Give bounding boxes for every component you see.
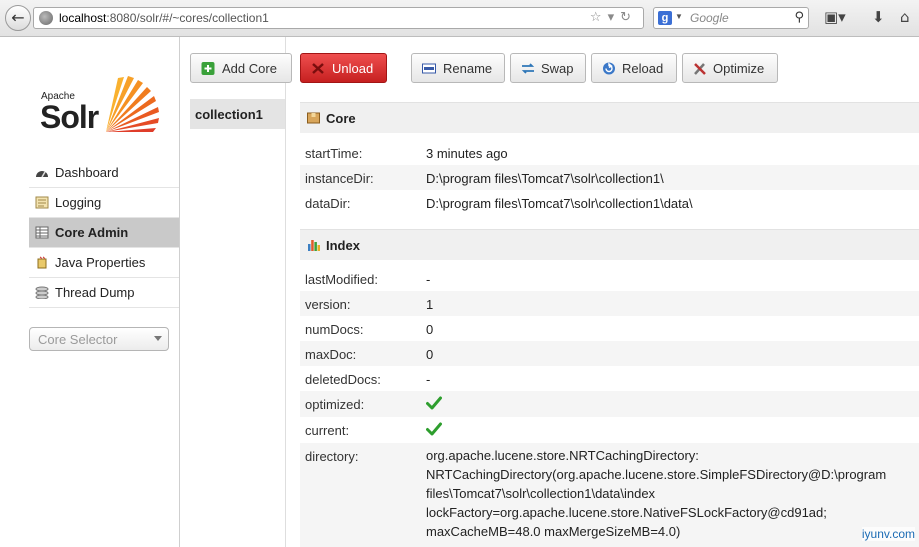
index-row-optimized: optimized: xyxy=(300,391,919,417)
core-box-icon xyxy=(307,112,320,124)
browser-toolbar: ← localhost:8080/solr/#/~cores/collectio… xyxy=(0,0,919,37)
core-section-header: Core xyxy=(300,102,919,133)
nav-dashboard[interactable]: Dashboard xyxy=(29,158,179,188)
plus-icon xyxy=(201,62,215,75)
bar-chart-icon xyxy=(308,240,320,251)
rename-button[interactable]: Rename xyxy=(411,53,505,83)
index-section-header: Index xyxy=(300,229,919,260)
sidebar: Apache Solr Dashboard Logging Core Admin… xyxy=(0,37,180,547)
core-item-collection1[interactable]: collection1 xyxy=(190,99,285,129)
url-text: localhost:8080/solr/#/~cores/collection1 xyxy=(59,11,269,25)
core-selector-dropdown[interactable]: Core Selector xyxy=(29,327,169,351)
remove-icon xyxy=(312,63,324,74)
search-icon[interactable]: ⚲ xyxy=(794,10,804,25)
index-row-directory: directory: org.apache.lucene.store.NRTCa… xyxy=(300,443,919,547)
google-icon: g xyxy=(658,11,672,25)
logo-solr-text: Solr xyxy=(40,99,99,135)
engine-dropdown-icon[interactable]: ▼ xyxy=(675,12,683,21)
index-row-numdocs: numDocs: 0 xyxy=(305,322,434,337)
swap-button[interactable]: Swap xyxy=(510,53,586,83)
java-properties-icon xyxy=(37,256,47,269)
core-row-instancedir: instanceDir: D:\program files\Tomcat7\so… xyxy=(300,165,919,190)
search-box[interactable]: g ▼ Google ⚲ xyxy=(653,7,809,29)
solr-logo[interactable]: Apache Solr xyxy=(40,76,170,137)
core-list: collection1 xyxy=(180,37,286,547)
core-row-starttime: startTime: 3 minutes ago xyxy=(305,146,508,161)
solr-sun-icon xyxy=(106,76,159,132)
download-icon[interactable]: ⬇ xyxy=(872,8,885,26)
index-row-lastmodified: lastModified: - xyxy=(305,272,431,287)
thread-dump-icon xyxy=(35,286,49,299)
index-row-maxdoc: maxDoc: 0 xyxy=(300,341,919,366)
nav-logging[interactable]: Logging xyxy=(29,188,179,218)
reload-button[interactable]: Reload xyxy=(591,53,677,83)
home-icon[interactable]: ⌂ xyxy=(900,8,910,26)
chevron-down-icon xyxy=(154,336,162,341)
rename-icon xyxy=(422,63,436,74)
core-row-datadir: dataDir: D:\program files\Tomcat7\solr\c… xyxy=(305,196,693,211)
watermark: iyunv.com xyxy=(861,527,915,541)
add-core-button[interactable]: Add Core xyxy=(190,53,292,83)
nav-thread-dump[interactable]: Thread Dump xyxy=(29,278,179,308)
globe-icon xyxy=(39,11,53,25)
nav-core-admin[interactable]: Core Admin xyxy=(29,218,179,248)
index-row-deleteddocs: deletedDocs: - xyxy=(305,372,431,387)
index-row-version: version: 1 xyxy=(300,291,919,316)
tools-icon xyxy=(694,63,706,75)
url-bar-icons[interactable]: ☆▾↻ xyxy=(590,10,637,25)
main-nav: Dashboard Logging Core Admin Java Proper… xyxy=(29,158,179,308)
reload-icon xyxy=(603,62,615,75)
bookmarks-icon[interactable]: ▣▾ xyxy=(824,8,846,26)
unload-button[interactable]: Unload xyxy=(300,53,387,83)
optimize-button[interactable]: Optimize xyxy=(682,53,778,83)
nav-java-properties[interactable]: Java Properties xyxy=(29,248,179,278)
swap-icon xyxy=(521,63,535,74)
dashboard-icon xyxy=(36,171,48,178)
search-placeholder: Google xyxy=(690,11,729,25)
url-bar[interactable]: localhost:8080/solr/#/~cores/collection1… xyxy=(33,7,644,29)
logging-icon xyxy=(35,196,49,209)
check-icon xyxy=(426,422,442,436)
check-icon xyxy=(426,396,442,410)
index-row-current: current: xyxy=(300,417,919,443)
core-admin-icon xyxy=(35,226,49,239)
back-button[interactable]: ← xyxy=(5,5,31,31)
